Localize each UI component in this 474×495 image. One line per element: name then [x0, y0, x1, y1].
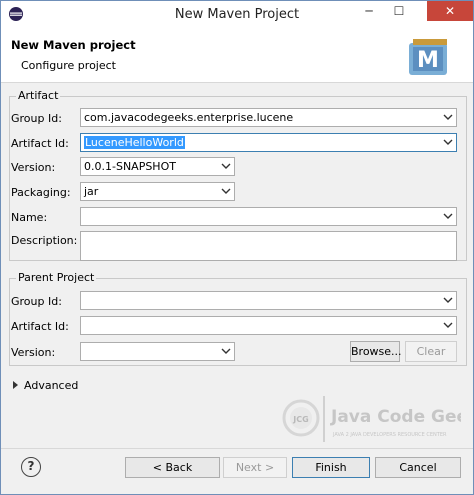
wizard-banner: New Maven project Configure project M: [1, 29, 473, 83]
next-button[interactable]: Next >: [223, 457, 287, 478]
footer-separator: [1, 448, 473, 449]
artifact-id-label: Artifact Id:: [11, 137, 69, 150]
maven-project-dialog: New Maven Project ─ ☐ ✕ New Maven projec…: [0, 0, 474, 495]
group-id-value: com.javacodegeeks.enterprise.lucene: [84, 111, 294, 124]
artifact-group-label: Artifact: [16, 89, 61, 102]
advanced-label: Advanced: [24, 379, 79, 392]
group-id-combo[interactable]: com.javacodegeeks.enterprise.lucene: [80, 108, 457, 127]
parent-artifact-id-combo[interactable]: [80, 316, 457, 335]
parent-group-id-label: Group Id:: [11, 295, 62, 308]
help-icon: ?: [27, 459, 35, 473]
description-label: Description:: [11, 234, 78, 247]
parent-version-label: Version:: [11, 346, 56, 359]
chevron-down-icon[interactable]: [443, 296, 453, 305]
artifact-id-combo[interactable]: LuceneHelloWorld: [80, 133, 457, 152]
title-bar: New Maven Project ─ ☐ ✕: [1, 1, 473, 29]
chevron-down-icon[interactable]: [443, 321, 453, 330]
name-combo[interactable]: [80, 207, 457, 226]
finish-button-label: Finish: [315, 461, 347, 474]
watermark-logo: JCG Java Code Geeks JAVA 2 JAVA DEVELOPE…: [282, 396, 461, 442]
close-button[interactable]: ✕: [427, 1, 473, 21]
cancel-button[interactable]: Cancel: [375, 457, 461, 478]
version-label: Version:: [11, 161, 56, 174]
back-button[interactable]: < Back: [125, 457, 220, 478]
back-button-label: < Back: [152, 461, 193, 474]
artifact-id-value: LuceneHelloWorld: [84, 136, 185, 149]
parent-artifact-id-label: Artifact Id:: [11, 320, 69, 333]
browse-button[interactable]: Browse...: [350, 341, 402, 362]
advanced-toggle[interactable]: Advanced: [13, 379, 78, 392]
version-combo[interactable]: 0.0.1-SNAPSHOT: [80, 157, 235, 176]
chevron-down-icon[interactable]: [221, 162, 231, 171]
group-id-label: Group Id:: [11, 112, 62, 125]
description-textarea[interactable]: [80, 231, 457, 261]
watermark-tagline: JAVA 2 JAVA DEVELOPERS RESOURCE CENTER: [332, 432, 447, 438]
clear-button-label: Clear: [416, 345, 446, 358]
banner-subtitle: Configure project: [21, 59, 116, 72]
minimize-button[interactable]: ─: [355, 1, 383, 21]
chevron-down-icon[interactable]: [221, 187, 231, 196]
parent-version-combo[interactable]: [80, 342, 235, 361]
chevron-down-icon[interactable]: [443, 113, 453, 122]
packaging-value: jar: [84, 185, 99, 198]
next-button-label: Next >: [235, 461, 275, 474]
version-value: 0.0.1-SNAPSHOT: [84, 160, 176, 173]
chevron-down-icon[interactable]: [221, 347, 231, 356]
maximize-button[interactable]: ☐: [385, 1, 413, 21]
packaging-label: Packaging:: [11, 186, 71, 199]
help-button[interactable]: ?: [21, 457, 41, 477]
maven-logo-icon: M: [409, 39, 447, 75]
banner-title: New Maven project: [11, 38, 136, 52]
name-label: Name:: [11, 211, 48, 224]
jcg-logo-text: JCG: [292, 415, 308, 424]
parent-group-id-combo[interactable]: [80, 291, 457, 310]
clear-button[interactable]: Clear: [405, 341, 457, 362]
packaging-combo[interactable]: jar: [80, 182, 235, 201]
expand-triangle-icon[interactable]: [13, 381, 18, 389]
cancel-button-label: Cancel: [399, 461, 437, 474]
browse-button-label: Browse...: [351, 345, 402, 358]
chevron-down-icon[interactable]: [443, 138, 453, 147]
chevron-down-icon[interactable]: [443, 212, 453, 221]
watermark-brand: Java Code Geeks: [330, 407, 461, 427]
finish-button[interactable]: Finish: [292, 457, 370, 478]
maven-logo-letter: M: [417, 48, 439, 73]
parent-project-group-label: Parent Project: [16, 271, 97, 284]
